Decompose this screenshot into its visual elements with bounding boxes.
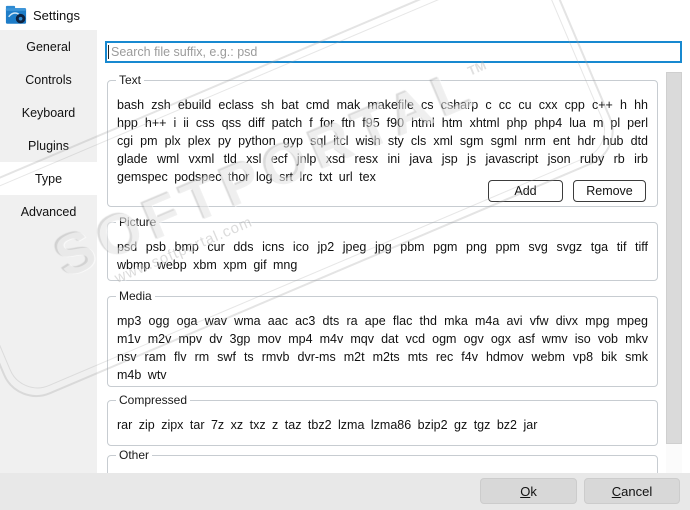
- sidebar-item-type[interactable]: Type: [0, 162, 97, 195]
- add-button[interactable]: Add: [488, 180, 563, 202]
- remove-button[interactable]: Remove: [573, 180, 646, 202]
- ok-button[interactable]: Ok: [480, 478, 577, 504]
- media-suffix-list[interactable]: mp3 ogg oga wav wma aac ac3 dts ra ape f…: [108, 297, 657, 388]
- settings-window: Settings General Controls Keyboard Plugi…: [0, 0, 690, 510]
- group-text: Text bash zsh ebuild eclass sh bat cmd m…: [107, 73, 658, 207]
- group-compressed-title: Compressed: [116, 393, 191, 408]
- titlebar: Settings: [0, 0, 690, 30]
- sidebar-item-controls[interactable]: Controls: [0, 63, 97, 96]
- scrollbar-thumb[interactable]: [666, 72, 682, 444]
- window-title: Settings: [33, 7, 80, 23]
- picture-suffix-list[interactable]: psd psb bmp cur dds icns ico jp2 jpeg jp…: [108, 223, 657, 278]
- group-compressed: Compressed rar zip zipx tar 7z xz txz z …: [107, 393, 658, 446]
- text-suffix-list[interactable]: bash zsh ebuild eclass sh bat cmd mak ma…: [108, 81, 657, 190]
- search-input[interactable]: [105, 41, 682, 63]
- sidebar-item-keyboard[interactable]: Keyboard: [0, 96, 97, 129]
- group-text-title: Text: [116, 73, 145, 88]
- text-caret: [108, 45, 109, 59]
- sidebar-item-general[interactable]: General: [0, 30, 97, 63]
- remove-button-label: Remove: [586, 184, 633, 198]
- compressed-suffix-list[interactable]: rar zip zipx tar 7z xz txz z taz tbz2 lz…: [108, 401, 657, 438]
- group-other-title: Other: [116, 448, 153, 463]
- app-icon: [5, 5, 27, 24]
- group-media-title: Media: [116, 289, 155, 304]
- group-picture: Picture psd psb bmp cur dds icns ico jp2…: [107, 215, 658, 281]
- cancel-button[interactable]: Cancel: [584, 478, 680, 504]
- type-settings-panel: Text bash zsh ebuild eclass sh bat cmd m…: [97, 30, 690, 507]
- add-button-label: Add: [514, 184, 537, 198]
- group-media: Media mp3 ogg oga wav wma aac ac3 dts ra…: [107, 289, 658, 388]
- sidebar-item-advanced[interactable]: Advanced: [0, 195, 97, 228]
- sidebar-item-plugins[interactable]: Plugins: [0, 129, 97, 162]
- vertical-scrollbar[interactable]: [666, 72, 682, 473]
- ok-button-label: Ok: [520, 483, 537, 499]
- sidebar: General Controls Keyboard Plugins Type A…: [0, 30, 97, 473]
- group-picture-title: Picture: [116, 215, 160, 230]
- cancel-button-label: Cancel: [611, 483, 653, 499]
- dialog-footer: Ok Cancel: [0, 473, 690, 510]
